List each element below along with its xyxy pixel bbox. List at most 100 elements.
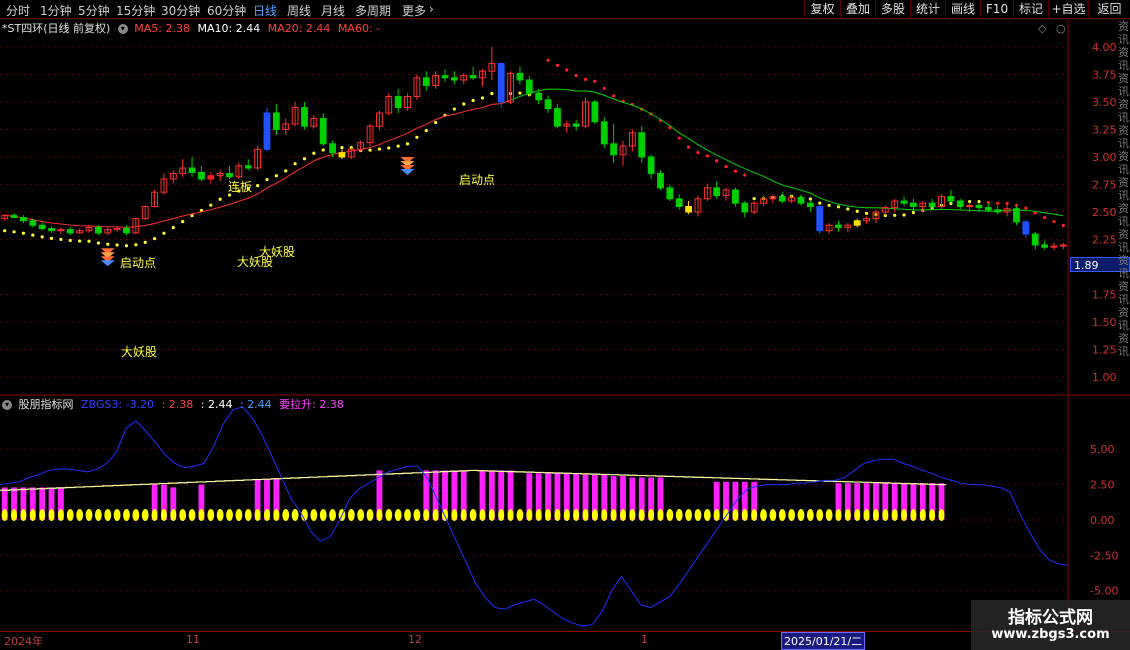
ma5-value: MA5: 2.38: [134, 22, 190, 35]
chevron-down-icon[interactable]: ▾: [117, 24, 128, 34]
candle-body: [666, 187, 674, 200]
period-fenshi[interactable]: 分时: [6, 2, 30, 19]
chevron-down-icon[interactable]: ▾: [2, 400, 12, 410]
signal-oval: [891, 508, 898, 521]
signal-oval: [872, 508, 879, 521]
signal-oval: [694, 508, 702, 521]
main-legend: *ST四环(日线 前复权) ▾ MA5: 2.38 MA10: 2.44 MA2…: [2, 21, 384, 37]
stock-title[interactable]: *ST四环(日线 前复权): [2, 22, 110, 35]
add-favorite-button[interactable]: +自选: [1048, 0, 1088, 19]
fuquan-button[interactable]: 复权: [804, 0, 840, 19]
overlay-button[interactable]: 叠加: [840, 0, 875, 19]
signal-oval: [413, 508, 421, 521]
signal-oval: [94, 508, 102, 521]
period-15min[interactable]: 15分钟: [116, 2, 155, 19]
candle-body: [422, 77, 430, 86]
period-30min[interactable]: 30分钟: [161, 2, 200, 19]
candle-body: [20, 217, 27, 222]
candle-body: [675, 198, 683, 208]
candle-body: [1013, 208, 1020, 223]
support-dot: [152, 237, 157, 241]
signal-oval: [216, 508, 224, 521]
candle-body: [732, 189, 739, 204]
candle-body: [835, 224, 842, 228]
side-info-strip[interactable]: 资讯资讯资讯资讯资讯资讯资讯资讯资讯资讯资讯资讯资讯: [1118, 20, 1130, 380]
indicator-chart[interactable]: 5.00 2.50 0.00 -2.50 -5.00: [0, 396, 1130, 631]
period-multi[interactable]: 多周期: [355, 2, 391, 19]
support-dot: [471, 98, 475, 103]
signal-oval: [57, 508, 64, 521]
signal-oval: [797, 508, 805, 521]
period-daily[interactable]: 日线: [253, 2, 277, 19]
period-monthly[interactable]: 月线: [321, 2, 345, 19]
candle-body: [226, 173, 233, 178]
yaolasheng-value: 要拉升: 2.38: [279, 398, 344, 411]
signal-oval: [806, 508, 814, 521]
candle-body: [272, 112, 280, 130]
indicator-name[interactable]: 股朋指标网: [19, 398, 74, 411]
annotation-lianban: 连板: [228, 179, 252, 194]
draw-line-button[interactable]: 画线: [945, 0, 980, 19]
ma10-value: MA10: 2.44: [197, 22, 261, 35]
signal-icon: [100, 248, 115, 267]
support-dot: [480, 96, 485, 100]
chevron-right-icon[interactable]: ›: [429, 2, 434, 16]
diamond-icon[interactable]: ◇: [1038, 22, 1046, 35]
circle-icon[interactable]: ○: [1056, 22, 1066, 35]
support-dot: [87, 239, 91, 243]
signal-oval: [347, 508, 355, 521]
kline-chart[interactable]: 4.00 3.75 3.50 3.25 3.00 2.75 2.50 2.25 1.75 1.50…: [0, 20, 1130, 396]
resistance-dot: [546, 58, 550, 62]
signal-oval: [479, 508, 486, 521]
period-60min[interactable]: 60分钟: [207, 2, 246, 19]
period-weekly[interactable]: 周线: [287, 2, 311, 19]
back-button[interactable]: 返回: [1088, 0, 1130, 19]
resistance-dot: [733, 169, 738, 173]
signal-oval: [264, 508, 270, 521]
signal-oval: [610, 508, 617, 521]
candle-body: [1031, 233, 1039, 246]
trend-dot: [911, 210, 916, 215]
multi-stock-button[interactable]: 多股: [875, 0, 910, 19]
indicator-panel[interactable]: 5.00 2.50 0.00 -2.50 -5.00 ▾ 股朋指标网 ZBGS3: -3…: [0, 396, 1130, 631]
candle-body: [319, 118, 327, 145]
kline-chart-panel[interactable]: 4.00 3.75 3.50 3.25 3.00 2.75 2.50 2.25 1.75 1.50…: [0, 20, 1130, 396]
signal-oval: [151, 508, 158, 521]
date-axis: 2024年 11 12 1 2025/01/21/二: [0, 631, 1130, 650]
f10-button[interactable]: F10: [980, 0, 1013, 19]
mark-button[interactable]: 标记: [1013, 0, 1048, 19]
signal-oval: [123, 508, 130, 521]
signal-oval: [648, 508, 655, 521]
support-dot: [462, 102, 466, 106]
signal-oval: [20, 508, 27, 521]
signal-oval: [254, 508, 261, 521]
support-dot: [518, 91, 522, 95]
support-dot: [40, 235, 44, 239]
signal-oval: [620, 508, 626, 521]
period-more[interactable]: 更多: [402, 2, 426, 19]
signal-oval: [582, 508, 589, 521]
statistics-button[interactable]: 统计: [910, 0, 945, 19]
support-dot: [387, 146, 391, 150]
candle-body: [657, 173, 664, 189]
signal-oval: [929, 508, 936, 521]
candle-body: [610, 143, 618, 156]
annotation-dayaogu: 大妖股: [237, 255, 273, 269]
signal-oval: [85, 508, 93, 521]
signal-oval: [751, 508, 758, 521]
candle-body: [816, 206, 824, 232]
candle-body: [600, 121, 608, 145]
signal-oval: [488, 508, 495, 521]
signal-oval: [11, 508, 18, 521]
ind-value-3: : 2.44: [239, 398, 272, 411]
indicator-legend: ▾ 股朋指标网 ZBGS3: -3.20 : 2.38 : 2.44 : 2.4…: [2, 397, 348, 413]
support-dot: [256, 184, 260, 188]
support-dot: [162, 231, 166, 235]
ind-value-1: : 2.38: [161, 398, 194, 411]
signal-oval: [854, 508, 861, 521]
period-1min[interactable]: 1分钟: [40, 2, 72, 19]
support-dot: [115, 243, 119, 247]
support-dot: [377, 147, 382, 151]
period-5min[interactable]: 5分钟: [78, 2, 110, 19]
signal-oval: [366, 508, 374, 521]
